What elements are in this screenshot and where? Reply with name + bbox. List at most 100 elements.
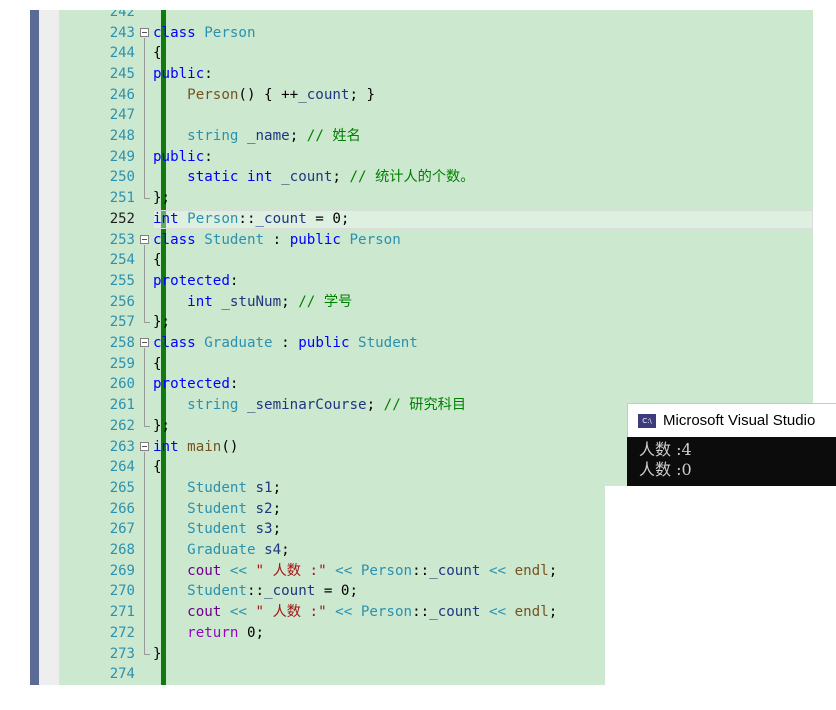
code-token: class: [153, 24, 196, 41]
line-number: 244: [109, 45, 135, 62]
outline-guide-line: [144, 244, 146, 323]
code-token: int: [153, 438, 179, 455]
code-token: <<: [335, 562, 353, 579]
console-app-icon: C:\: [638, 414, 656, 428]
line-number: 266: [109, 500, 135, 517]
code-token: :: [264, 231, 290, 248]
code-token: _count: [281, 169, 333, 186]
code-line[interactable]: 246 Person() { ++_count; }: [30, 85, 813, 106]
code-token: Student: [204, 231, 265, 248]
code-token: = 0;: [306, 210, 350, 227]
line-number: 246: [109, 86, 135, 103]
code-line[interactable]: 245 public:: [30, 64, 813, 85]
code-token: Graduate: [204, 335, 273, 351]
code-line[interactable]: 244 {: [30, 43, 813, 64]
collapse-toggle-icon[interactable]: [140, 338, 149, 347]
line-number: 252: [109, 210, 135, 227]
code-text: Graduate s4;: [153, 540, 290, 561]
code-text: Student s1;: [153, 478, 281, 499]
line-number: 261: [109, 397, 135, 414]
code-text: public:: [153, 147, 213, 168]
outline-guide-end: [144, 198, 150, 200]
code-text: protected:: [153, 374, 238, 395]
code-line[interactable]: 256 int _stuNum; // 学号: [30, 292, 813, 313]
code-line[interactable]: 258 class Graduate : public Student: [30, 333, 813, 354]
code-token: Person: [187, 86, 239, 103]
code-token: class: [153, 231, 196, 248]
code-text: return 0;: [153, 623, 264, 644]
line-number: 258: [109, 335, 135, 351]
code-token: _seminarCourse: [246, 397, 367, 414]
code-line[interactable]: 255 protected:: [30, 271, 813, 292]
code-line[interactable]: 243 class Person: [30, 23, 813, 44]
console-window[interactable]: C:\ Microsoft Visual Studio 人数 :4 人数 :0: [627, 403, 836, 486]
code-line[interactable]: 252 int Person::_count = 0;: [30, 209, 813, 230]
code-text: }: [153, 644, 162, 665]
line-number: 269: [109, 562, 135, 579]
outline-guide-line: [144, 451, 146, 654]
code-line[interactable]: 247: [30, 105, 813, 126]
code-token: :: [204, 65, 213, 82]
code-token: // 学号: [298, 293, 353, 310]
collapse-toggle-icon[interactable]: [140, 27, 149, 37]
code-line[interactable]: 250 static int _count; // 统计人的个数。: [30, 167, 813, 188]
code-token: ::: [246, 583, 265, 600]
code-token: Student: [358, 335, 418, 351]
code-token: s2: [255, 500, 273, 517]
code-text: cout << " 人数 :" << Person::_count << end…: [153, 602, 557, 623]
console-title-bar[interactable]: C:\ Microsoft Visual Studio: [627, 403, 836, 437]
code-token: Graduate: [187, 542, 256, 558]
code-text: int _stuNum; // 学号: [153, 292, 352, 313]
line-number: 274: [109, 666, 135, 683]
blank-region: [605, 486, 836, 710]
code-token: Student: [187, 479, 247, 496]
code-line[interactable]: 242: [30, 10, 813, 23]
code-token: // 研究科目: [383, 397, 467, 414]
code-token: public: [153, 148, 205, 165]
collapse-toggle-icon[interactable]: [140, 234, 149, 244]
code-token: public: [153, 65, 205, 82]
line-number: 271: [109, 604, 135, 621]
code-token: 0;: [238, 624, 265, 641]
code-token: ;: [289, 128, 307, 144]
code-text: int Person::_count = 0;: [153, 209, 349, 230]
code-token: () { ++: [238, 86, 299, 103]
code-token: (): [221, 438, 239, 455]
outline-guide-line: [144, 37, 146, 199]
code-line[interactable]: 248 string _name; // 姓名: [30, 126, 813, 147]
code-line[interactable]: 259 {: [30, 354, 813, 375]
code-text: public:: [153, 64, 213, 85]
code-line[interactable]: 254 {: [30, 250, 813, 271]
line-number: 247: [109, 107, 135, 124]
code-token: ;: [272, 500, 282, 517]
line-number: 272: [109, 624, 135, 641]
code-line[interactable]: 249 public:: [30, 147, 813, 168]
code-token: s4: [264, 542, 282, 558]
code-token: {: [153, 252, 162, 269]
line-number: 273: [109, 645, 135, 662]
code-token: Person: [204, 24, 256, 41]
collapse-toggle-icon[interactable]: [140, 441, 149, 451]
code-token: ::: [412, 604, 430, 621]
code-token: int: [153, 210, 179, 227]
code-token: endl: [514, 562, 549, 579]
line-number: 267: [109, 521, 135, 538]
code-line[interactable]: 253 class Student : public Person: [30, 230, 813, 251]
code-line[interactable]: 260 protected:: [30, 374, 813, 395]
code-token: class: [153, 335, 196, 351]
code-token: ;: [548, 604, 558, 621]
